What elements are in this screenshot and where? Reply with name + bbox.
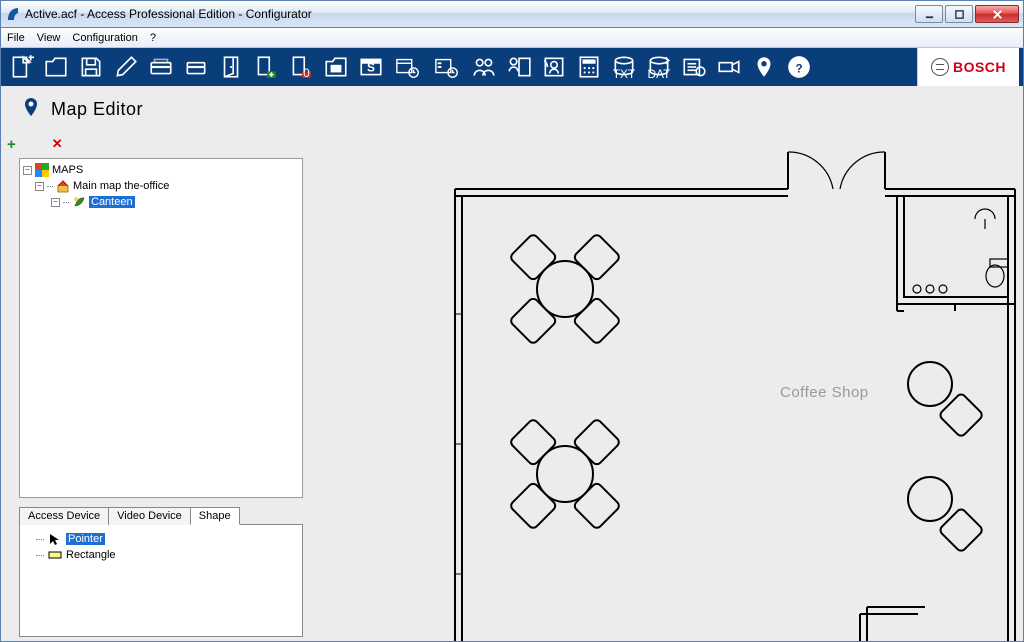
menu-configuration[interactable]: Configuration <box>72 32 137 44</box>
save-icon[interactable] <box>75 51 107 83</box>
room-label: Coffee Shop <box>780 384 869 401</box>
add-map-button[interactable]: + <box>7 136 16 153</box>
maps-root-icon <box>35 163 49 177</box>
card-reader-icon[interactable] <box>180 51 212 83</box>
maps-tree[interactable]: − MAPS − Main map the-office − <box>19 158 303 498</box>
open-icon[interactable] <box>40 51 72 83</box>
leaf-icon <box>72 195 86 209</box>
svg-text:?: ? <box>795 61 802 75</box>
brand-text: BOSCH <box>953 59 1006 75</box>
delete-map-button[interactable]: ✕ <box>52 136 63 152</box>
card-devices-icon[interactable] <box>145 51 177 83</box>
minimize-button[interactable] <box>915 5 943 23</box>
map-canvas[interactable]: Coffee Shop <box>307 86 1023 641</box>
main-toolbar: 0 S TXT DAT ? BOSCH <box>0 48 1024 86</box>
cursor-icon <box>48 532 62 546</box>
menu-help[interactable]: ? <box>150 32 156 44</box>
tree-collapse-icon[interactable]: − <box>23 166 32 175</box>
app-icon <box>5 6 21 22</box>
tree-item-mainmap[interactable]: Main map the-office <box>73 180 169 192</box>
shape-panel: Pointer Rectangle <box>19 525 303 637</box>
new-icon[interactable] <box>5 51 37 83</box>
menu-bar: File View Configuration ? <box>0 28 1024 48</box>
door-icon[interactable] <box>215 51 247 83</box>
floorplan: Coffee Shop <box>455 114 1023 641</box>
svg-text:S: S <box>367 60 375 74</box>
schedule-icon[interactable]: S <box>355 51 387 83</box>
svg-text:DAT: DAT <box>648 67 671 80</box>
device-tabs: Access Device Video Device Shape <box>19 506 303 525</box>
home-icon <box>56 179 70 193</box>
brand-logo: BOSCH <box>917 48 1019 86</box>
keypad-icon[interactable] <box>573 51 605 83</box>
tree-collapse-icon[interactable]: − <box>35 182 44 191</box>
tab-video-device[interactable]: Video Device <box>108 507 191 525</box>
bosch-ring-icon <box>931 58 949 76</box>
mapeditor-pin-icon <box>21 94 41 124</box>
time-models-icon[interactable] <box>429 51 465 83</box>
door-in-icon[interactable] <box>250 51 282 83</box>
import-txt-icon[interactable]: TXT <box>608 51 640 83</box>
map-editor-title: Map Editor <box>51 99 143 120</box>
tab-access-device[interactable]: Access Device <box>19 507 109 525</box>
tree-root-label[interactable]: MAPS <box>52 164 83 176</box>
badges-icon[interactable] <box>538 51 570 83</box>
window-title: Active.acf - Access Professional Edition… <box>25 7 915 21</box>
persons-icon[interactable] <box>468 51 500 83</box>
settings-icon[interactable] <box>110 51 142 83</box>
log-viewer-icon[interactable] <box>678 51 710 83</box>
close-button[interactable] <box>975 5 1019 23</box>
shape-pointer[interactable]: Pointer <box>66 533 105 545</box>
menu-file[interactable]: File <box>7 32 25 44</box>
map-pin-icon[interactable] <box>748 51 780 83</box>
id-cards-icon[interactable] <box>503 51 535 83</box>
window-titlebar: Active.acf - Access Professional Edition… <box>0 0 1024 28</box>
camera-folder-icon[interactable] <box>320 51 352 83</box>
video-icon[interactable] <box>713 51 745 83</box>
export-data-icon[interactable]: DAT <box>643 51 675 83</box>
shape-rectangle[interactable]: Rectangle <box>66 549 116 561</box>
help-icon[interactable]: ? <box>783 51 815 83</box>
door-out-icon[interactable]: 0 <box>285 51 317 83</box>
tree-collapse-icon[interactable]: − <box>51 198 60 207</box>
maximize-button[interactable] <box>945 5 973 23</box>
rect-icon <box>48 548 62 562</box>
tree-item-canteen[interactable]: Canteen <box>89 196 135 208</box>
calendar-clock-icon[interactable] <box>390 51 426 83</box>
tab-shape[interactable]: Shape <box>190 507 240 525</box>
left-pane: Map Editor + ✕ − MAPS − Main map the-off… <box>1 86 307 641</box>
svg-text:0: 0 <box>303 66 310 80</box>
menu-view[interactable]: View <box>37 32 61 44</box>
svg-text:TXT: TXT <box>613 67 636 80</box>
